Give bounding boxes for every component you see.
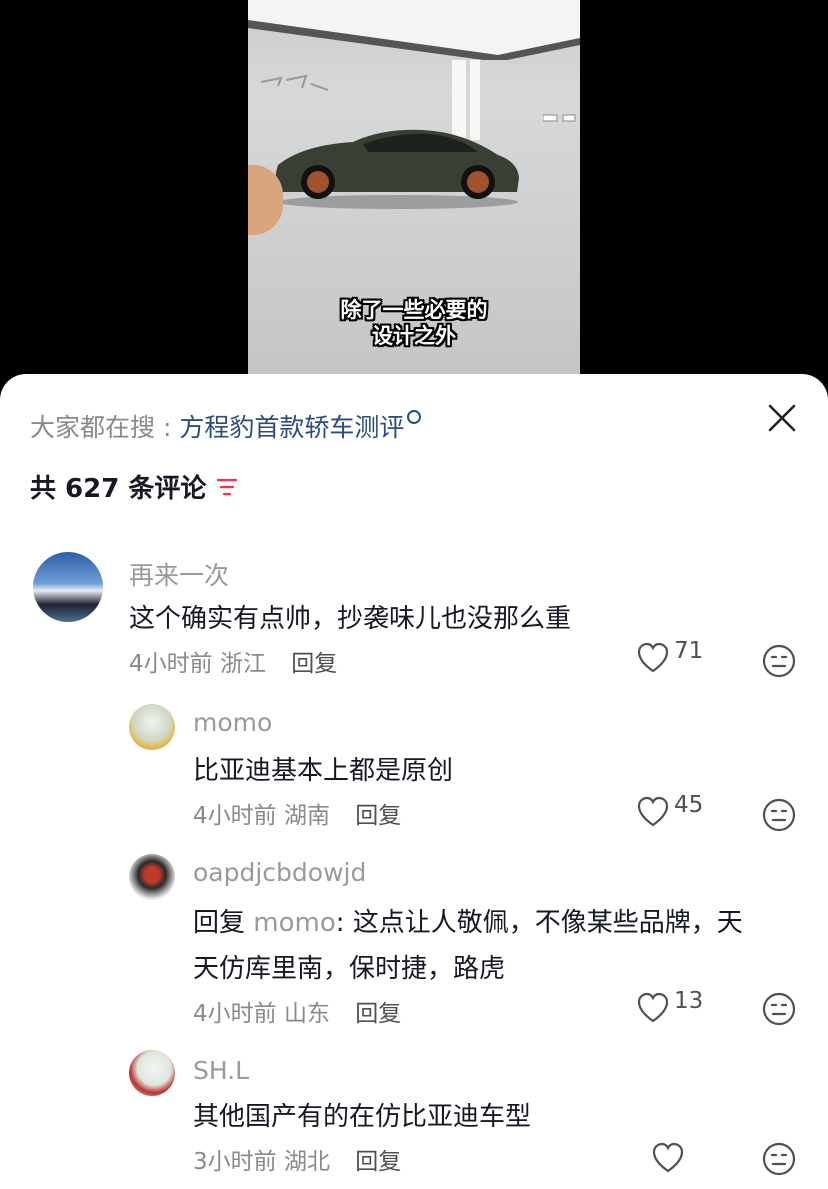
meh-emoji-icon[interactable] [762, 798, 796, 832]
comment-author[interactable]: oapdjcbdowjd [193, 858, 366, 887]
comments-sheet: 大家都在搜 : 方程豹首款轿车测评 共 627 条评论 再来一次 这个确实有点帅… [0, 374, 828, 1189]
like-count: 13 [674, 988, 704, 1014]
heart-icon [637, 642, 669, 673]
comment-author[interactable]: SH.L [193, 1056, 249, 1085]
like-count: 71 [674, 638, 704, 664]
video-subtitle-line1: 除了一些必要的 [340, 298, 488, 322]
wall-sign [543, 114, 576, 122]
reply-prefix: 回复 [193, 908, 254, 938]
comment-text: 这个确实有点帅，抄袭味儿也没那么重 [129, 604, 572, 634]
reply-button[interactable]: 回复 [291, 651, 337, 677]
avatar[interactable] [33, 552, 103, 622]
video-player[interactable]: 除了一些必要的 设计之外 [0, 0, 828, 390]
reply-button[interactable]: 回复 [355, 1001, 401, 1027]
comment-text-line1: : 这点让人敬佩，不像某些品牌，天 [335, 908, 743, 938]
comment-time: 4小时前 [193, 1001, 277, 1027]
trending-search[interactable]: 大家都在搜 : 方程豹首款轿车测评 [30, 408, 422, 444]
showroom-ceiling [248, 0, 580, 60]
comment-author[interactable]: momo [193, 708, 272, 737]
close-icon[interactable] [766, 402, 798, 434]
heart-icon [637, 992, 669, 1023]
like-count: 45 [674, 792, 704, 818]
comment-location: 湖北 [283, 1149, 330, 1175]
heart-icon [637, 796, 669, 827]
comment-text: 比亚迪基本上都是原创 [193, 756, 454, 786]
video-subtitle-line2: 设计之外 [372, 324, 456, 348]
comment-author[interactable]: 再来一次 [129, 556, 229, 592]
like-button[interactable]: 13 [636, 988, 703, 1024]
like-button[interactable] [651, 1142, 689, 1174]
reply-button[interactable]: 回复 [355, 1149, 401, 1175]
avatar[interactable] [129, 854, 175, 900]
trending-search-keyword[interactable]: 方程豹首款轿车测评 [179, 413, 404, 442]
video-frame[interactable]: 除了一些必要的 设计之外 [248, 0, 580, 374]
comment-time: 3小时前 [193, 1149, 277, 1175]
comment-time: 4小时前 [193, 803, 277, 829]
like-button[interactable]: 45 [636, 792, 703, 828]
comment-meta: 4小时前 湖南 回复 [193, 796, 401, 830]
reply-target-user[interactable]: momo [253, 908, 335, 938]
reply-button[interactable]: 回复 [355, 803, 401, 829]
like-button[interactable]: 71 [636, 638, 703, 674]
comment-meta: 3小时前 湖北 回复 [193, 1142, 401, 1176]
comment-count: 共 627 条评论 [30, 474, 207, 504]
comment-location: 浙江 [219, 651, 266, 677]
comment-meta: 4小时前 山东 回复 [193, 994, 401, 1028]
comment-time: 4小时前 [129, 651, 213, 677]
comment-text-line2: 天仿库里南，保时捷，路虎 [193, 954, 506, 984]
comment-location: 山东 [283, 1001, 330, 1027]
avatar[interactable] [129, 704, 175, 750]
comment-count-row: 共 627 条评论 [30, 468, 238, 505]
heart-icon [652, 1142, 684, 1173]
comment-location: 湖南 [283, 803, 330, 829]
meh-emoji-icon[interactable] [762, 644, 796, 678]
avatar[interactable] [129, 1050, 175, 1096]
comment-text: 回复 momo: 这点让人敬佩，不像某些品牌，天 [193, 900, 743, 946]
search-icon [407, 410, 422, 424]
trending-search-prefix: 大家都在搜 : [30, 413, 180, 442]
comment-meta: 4小时前 浙江 回复 [129, 644, 337, 678]
wall-logo [260, 74, 329, 91]
sort-filter-icon[interactable] [216, 477, 238, 497]
comment-text: 其他国产有的在仿比亚迪车型 [193, 1102, 532, 1132]
meh-emoji-icon[interactable] [762, 1142, 796, 1176]
meh-emoji-icon[interactable] [762, 992, 796, 1026]
car-image [275, 129, 519, 209]
